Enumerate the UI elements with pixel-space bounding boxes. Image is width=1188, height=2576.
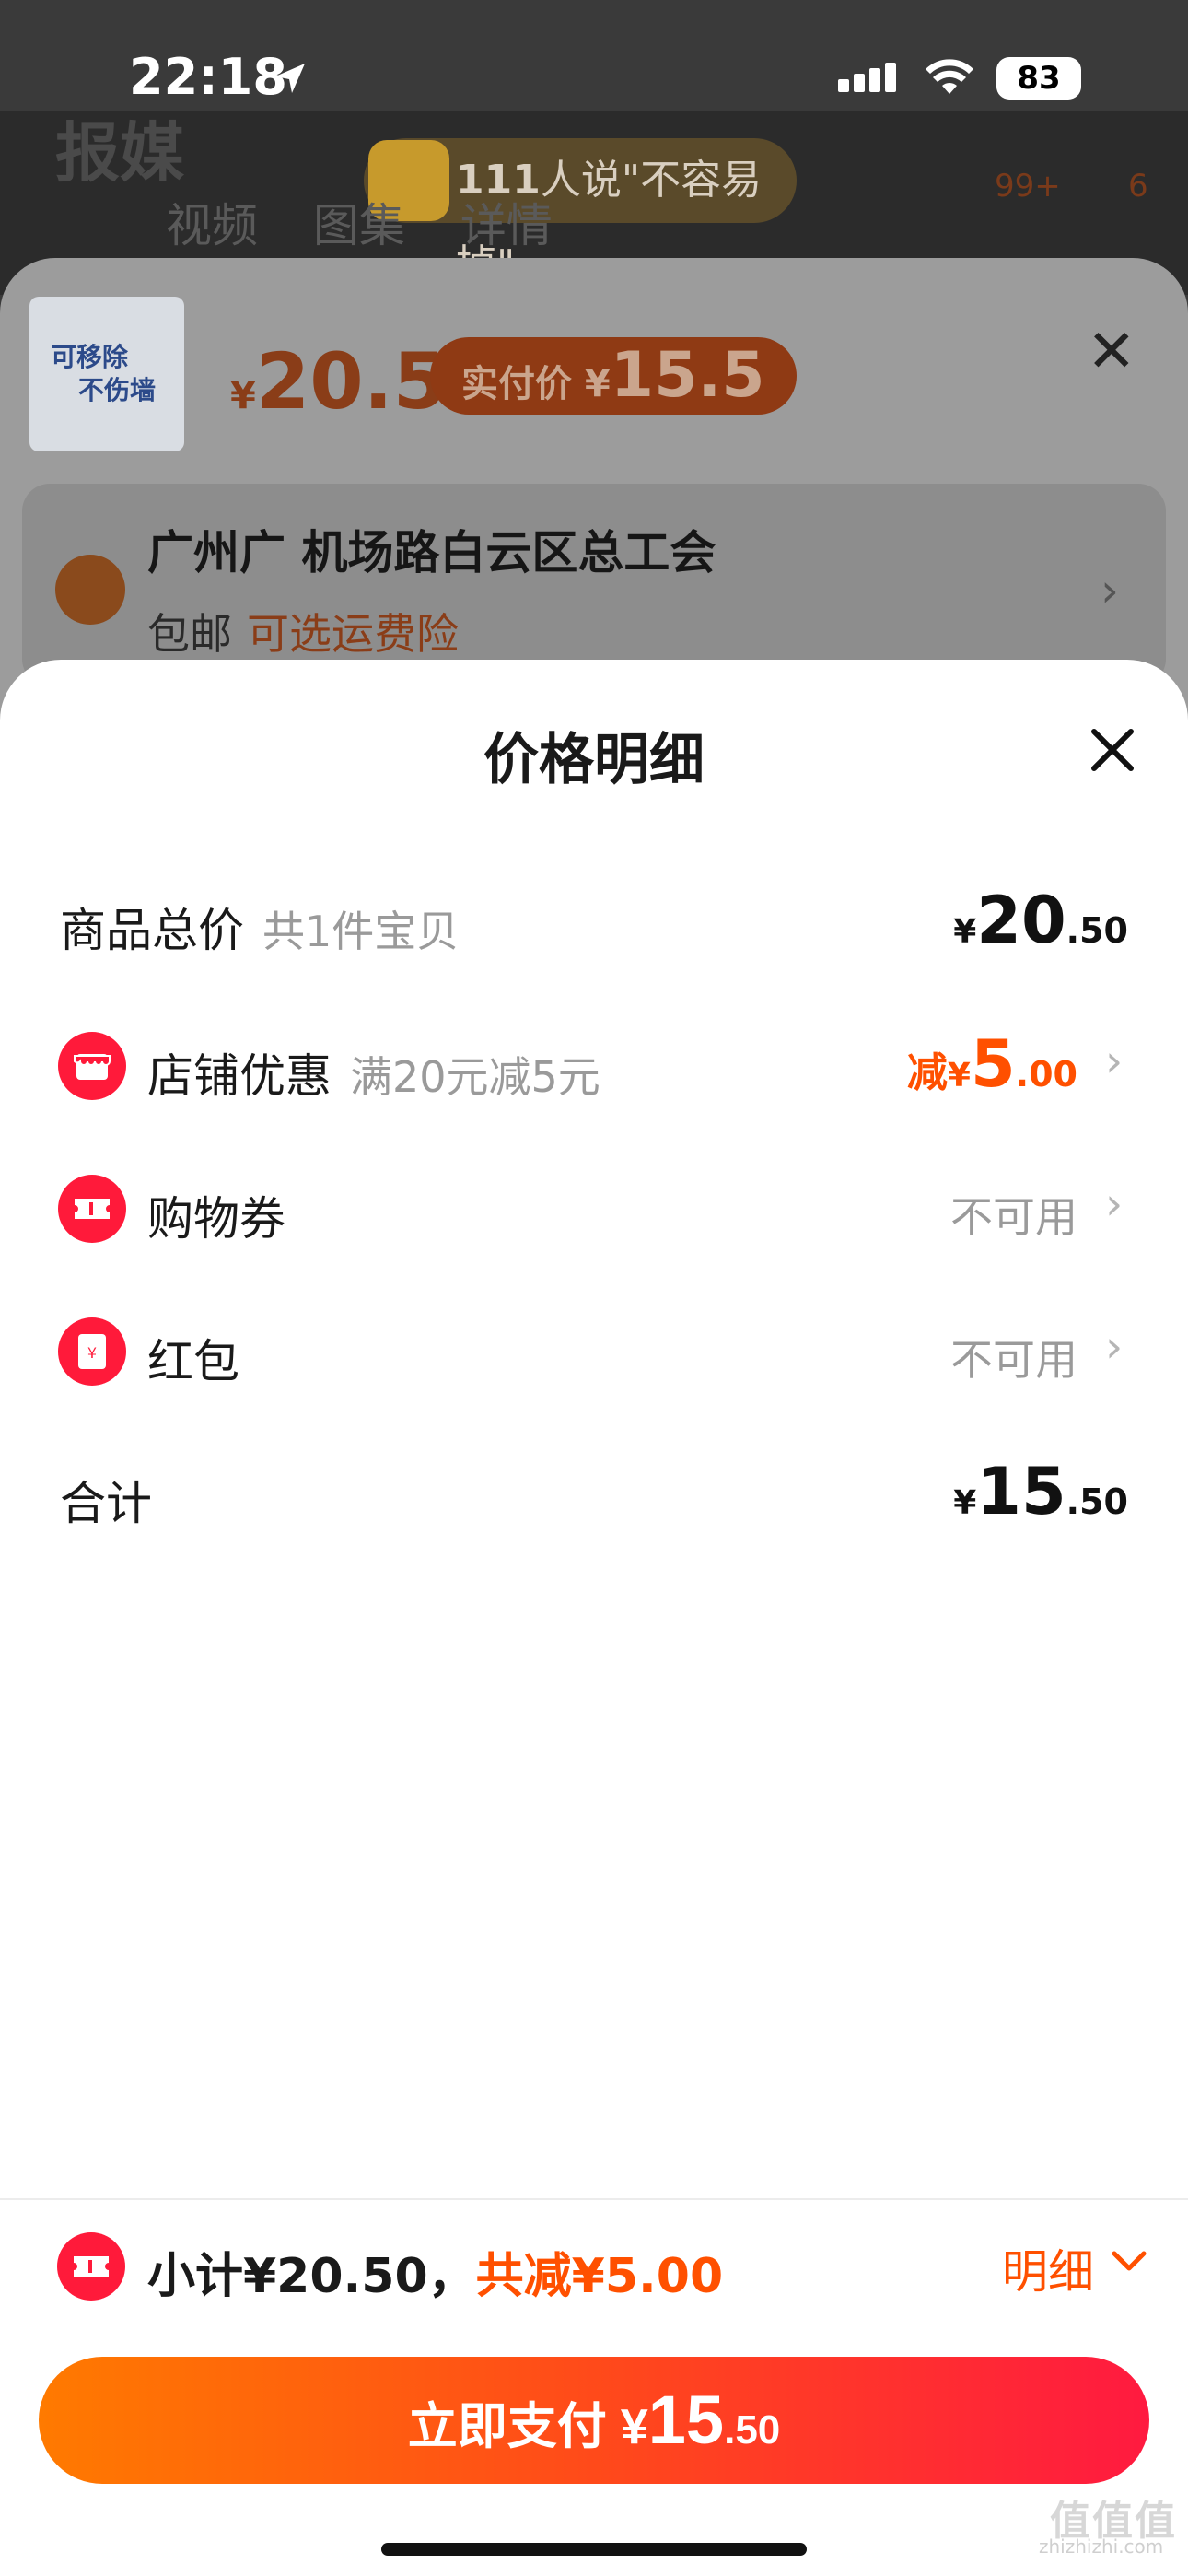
free-shipping: 包邮 (147, 609, 232, 659)
red-packet-status: 不可用 (950, 1335, 1077, 1385)
detail-toggle[interactable]: 明细 (1002, 2235, 1094, 2301)
svg-text:¥: ¥ (87, 1344, 97, 1362)
tab-details: 详情 (460, 199, 553, 252)
tab-video: 视频 (166, 199, 258, 252)
reduce-prefix: 减 (906, 1049, 948, 1096)
cellular-signal-icon (838, 63, 901, 92)
home-indicator[interactable] (381, 2543, 807, 2556)
location-arrow-icon (275, 64, 305, 93)
pay-amount-decimal: .50 (724, 2407, 781, 2453)
red-packet-row[interactable]: ¥ 红包 不可用 › (0, 1306, 1188, 1399)
goods-total-label-row: 商品总价 共1件宝贝 (60, 894, 459, 960)
real-pay-value: 15.5 (610, 339, 765, 412)
total-label: 合计 (60, 1477, 152, 1530)
wifi-icon (926, 59, 973, 94)
pay-amount-integer: 15 (647, 2382, 725, 2458)
shop-icon (58, 1032, 126, 1100)
tab-gallery: 图集 (312, 199, 405, 252)
thumbnail-text-1: 可移除 (51, 342, 129, 372)
chevron-down-icon[interactable] (1111, 2248, 1147, 2276)
watermark-url: zhizhizhi.com (1039, 2535, 1164, 2558)
battery-indicator: 83 (996, 57, 1081, 100)
product-thumbnail-text: 可移除 不伤墙 (51, 341, 156, 407)
status-time: 22:18 (129, 48, 287, 106)
shipping-info: 包邮 可选运费险 (147, 601, 459, 662)
chevron-right-icon: › (1105, 1036, 1124, 1087)
price-value: 20.5 (255, 336, 448, 427)
red-packet-icon: ¥ (58, 1317, 126, 1386)
product-price: ¥20.5 (230, 336, 447, 427)
amount-decimal: .00 (1015, 1054, 1077, 1095)
red-packet-label: 红包 (147, 1335, 239, 1388)
pay-label: 立即支付 ¥ (407, 2399, 648, 2454)
goods-total-amount: ¥20.50 (953, 883, 1128, 958)
goods-count: 共1件宝贝 (262, 907, 460, 956)
background-page-title: 报媒 (55, 115, 184, 191)
more-badge: 6 (1128, 168, 1148, 205)
total-reduce-text: 共减¥5.00 (475, 2249, 724, 2304)
shop-discount-label: 店铺优惠 (147, 1049, 332, 1103)
ticket-icon (58, 1175, 126, 1243)
background-tabs: 视频 图集 详情 (166, 189, 593, 255)
amount-integer: 5 (970, 1026, 1016, 1102)
currency-symbol: ¥ (953, 1484, 977, 1522)
amount-decimal: .50 (1066, 910, 1128, 951)
goods-total-label: 商品总价 (60, 904, 244, 957)
product-sheet-close-icon[interactable]: ✕ (1087, 318, 1136, 386)
chevron-right-icon: › (1105, 1178, 1124, 1230)
chevron-right-icon: › (1105, 1321, 1124, 1373)
bottom-divider (0, 2198, 1188, 2200)
currency-symbol: ¥ (953, 913, 977, 951)
cart-badge: 99+ (995, 168, 1061, 205)
shop-discount-amount: 减¥5.00 (907, 1026, 1077, 1102)
thumbnail-text-2: 不伤墙 (78, 375, 157, 405)
subtotal-text: 小计¥20.50， (147, 2249, 476, 2304)
coupon-label: 购物券 (147, 1192, 285, 1246)
total-amount: ¥15.50 (953, 1454, 1128, 1529)
pay-now-button[interactable]: 立即支付 ¥15.50 (39, 2357, 1149, 2484)
currency-symbol: ¥ (947, 1057, 971, 1095)
shipping-insurance-link[interactable]: 可选运费险 (247, 609, 459, 659)
shop-discount-rule: 满20元减5元 (350, 1052, 600, 1102)
amount-decimal: .50 (1066, 1481, 1128, 1522)
amount-integer: 20 (976, 883, 1066, 958)
real-pay-badge: 实付价 ¥15.5 (430, 337, 797, 415)
subtotal-summary: 小计¥20.50，共减¥5.00 (147, 2237, 723, 2306)
location-pin-icon (55, 555, 125, 625)
sheet-title: 价格明细 (483, 728, 705, 792)
close-icon[interactable] (1087, 724, 1138, 776)
coupon-status: 不可用 (950, 1192, 1077, 1242)
price-currency: ¥ (230, 375, 256, 417)
real-pay-label: 实付价 ¥ (461, 363, 611, 405)
amount-integer: 15 (976, 1454, 1066, 1529)
coupon-row[interactable]: 购物券 不可用 › (0, 1164, 1188, 1256)
shipping-address: 广州广 机场路白云区总工会 (147, 526, 716, 580)
chevron-right-icon: › (1101, 564, 1119, 617)
ticket-icon (57, 2232, 125, 2301)
shop-discount-row[interactable]: 店铺优惠 满20元减5元 减¥5.00 › (0, 1021, 1188, 1113)
